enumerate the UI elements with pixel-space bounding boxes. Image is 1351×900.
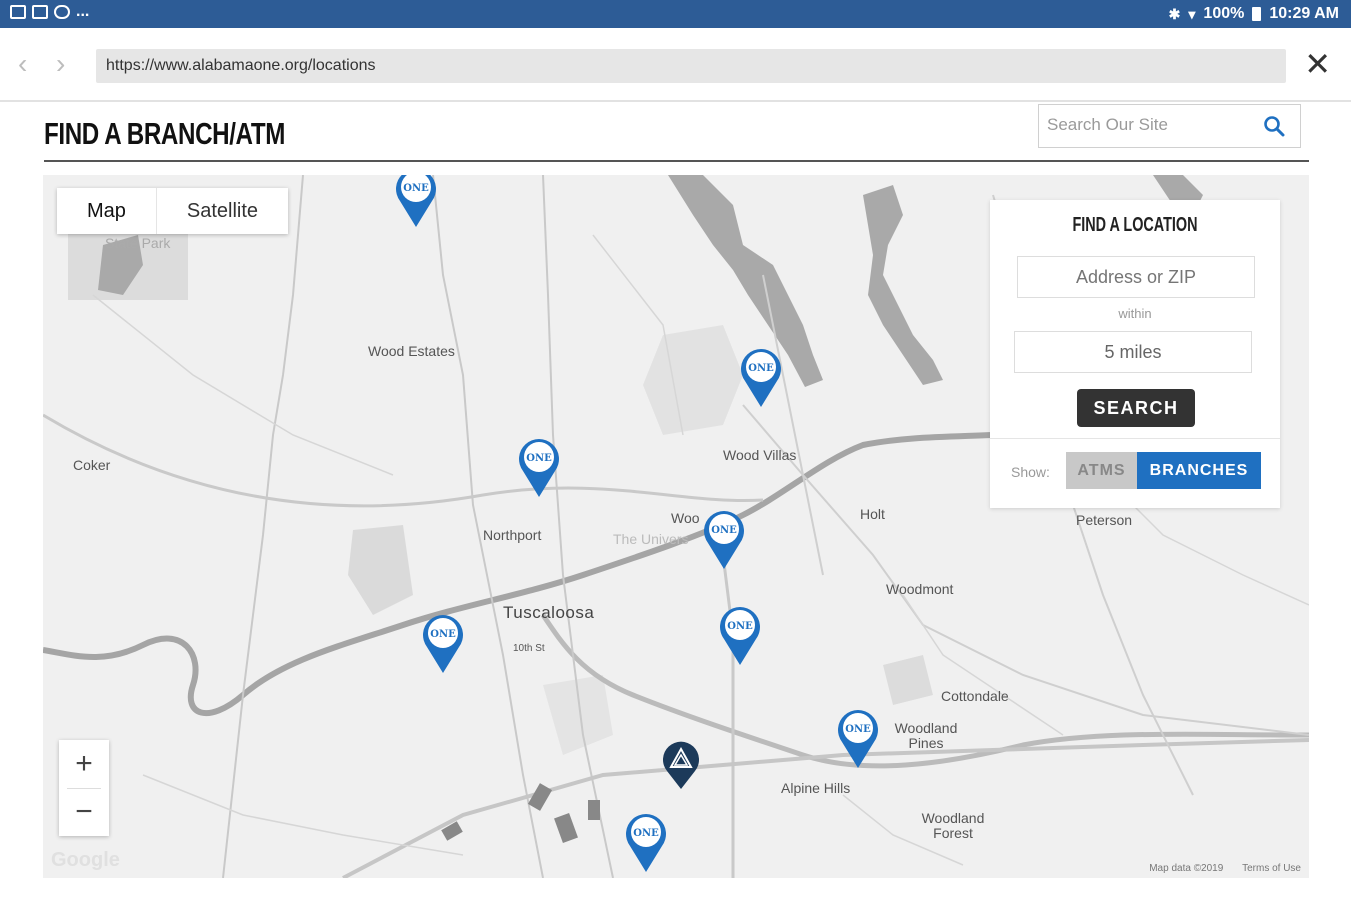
bluetooth-icon: ✱ [1168,5,1181,22]
place-label-alpine-hills: Alpine Hills [781,780,851,796]
clock: 10:29 AM [1269,5,1339,22]
zoom-control: + − [59,740,109,836]
image-notification-icon [10,5,26,19]
place-label-cottondale: Cottondale [941,688,1009,704]
google-logo: Google [51,849,120,871]
place-label-tuscaloosa: Tuscaloosa [503,603,595,622]
find-location-title: FIND A LOCATION [1072,214,1198,236]
battery-percentage: 100% [1203,5,1245,22]
page-title: FIND A BRANCH/ATM [44,116,285,151]
browser-toolbar: ‹ › https://www.alabamaone.org/locations… [0,28,1351,102]
branch-marker[interactable]: ONE [622,808,670,874]
header-divider [44,160,1309,162]
place-label-wood-villas: Wood Villas [723,447,797,463]
place-label-university: The Univers [613,531,689,547]
find-location-panel: FIND A LOCATION within 5 miles SEARCH Sh… [990,200,1280,508]
url-bar[interactable]: https://www.alabamaone.org/locations [96,49,1286,83]
branch-marker[interactable]: ONE [834,704,882,770]
site-search-input[interactable] [1047,105,1257,145]
place-label-coker: Coker [73,457,111,473]
notification-icons: ... [10,3,90,20]
close-icon[interactable]: ✕ [1304,48,1331,80]
back-arrow-icon[interactable]: ‹ [18,50,27,78]
branch-marker-label: ONE [845,724,871,735]
place-label-woodland-forest: Woodland Forest [921,810,985,841]
zoom-out-button[interactable]: − [59,788,109,836]
place-label-10th-st: 10th St [513,643,545,654]
map-type-map-button[interactable]: Map [57,188,156,234]
battery-icon [1252,7,1262,21]
branch-marker[interactable]: ONE [392,175,440,229]
place-label-wood-estates: Wood Estates [368,343,455,359]
chat-notification-icon [54,5,70,19]
branch-marker-label: ONE [727,621,753,632]
branch-marker[interactable]: ONE [716,601,764,667]
place-label-woodmont: Woodmont [886,581,954,597]
branch-marker-label: ONE [633,828,659,839]
finder-divider [990,438,1280,439]
branch-marker-label: ONE [748,363,774,374]
search-button[interactable]: SEARCH [1077,389,1195,427]
place-label-holt: Holt [860,506,885,522]
radius-select[interactable]: 5 miles [1014,331,1252,373]
map-type-control: Map Satellite [57,188,289,234]
map-type-satellite-button[interactable]: Satellite [157,188,288,234]
system-status: ✱ ▾ 100% 10:29 AM [1169,5,1339,23]
branch-marker-label: ONE [711,525,737,536]
branches-toggle[interactable]: BRANCHES [1137,452,1261,489]
zoom-in-button[interactable]: + [59,740,109,788]
show-label: Show: [1011,464,1050,480]
branch-marker-label: ONE [430,629,456,640]
gallery-notification-icon [32,5,48,19]
search-icon[interactable] [1262,114,1286,138]
branch-marker[interactable]: ONE [419,609,467,675]
place-label-woodland-pines: Woodland Pines [894,720,958,751]
branch-marker-label: ONE [403,183,429,194]
map-data-text: Map data ©2019 [1149,863,1224,874]
branch-marker-label: ONE [526,453,552,464]
wifi-icon: ▾ [1188,5,1196,22]
terms-of-use-link[interactable]: Terms of Use [1242,863,1301,874]
address-zip-input[interactable] [1017,256,1255,298]
forward-arrow-icon[interactable]: › [56,50,65,78]
branch-marker[interactable]: ONE [737,343,785,409]
branch-marker[interactable]: ONE [700,505,748,571]
map-canvas[interactable]: State Park Wood Estates Coker Wood Villa… [43,175,1309,878]
place-label-state-park: State Park [105,235,171,251]
headquarters-marker[interactable] [657,737,705,803]
within-label: within [1118,306,1152,321]
status-bar: ... ✱ ▾ 100% 10:29 AM [0,0,1351,28]
map-attribution: Map data ©2019 Terms of Use [1133,863,1301,874]
place-label-peterson: Peterson [1076,512,1133,528]
atms-toggle[interactable]: ATMS [1066,452,1137,489]
branch-marker[interactable]: ONE [515,433,563,499]
more-notifications-indicator: ... [76,3,90,20]
site-search-box [1038,104,1301,148]
place-label-northport: Northport [483,527,542,543]
place-label-woo: Woo [671,510,700,526]
